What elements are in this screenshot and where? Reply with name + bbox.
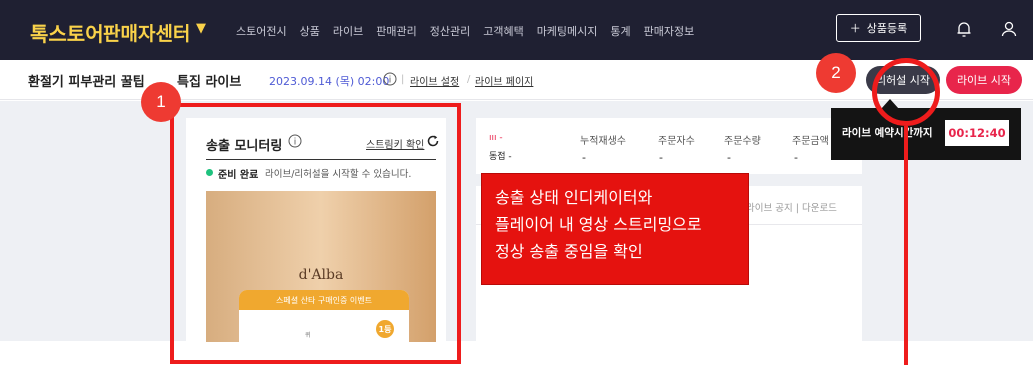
add-product-label: 상품등록 (866, 22, 908, 35)
stat-label-cumulative-plays: 누적재생수 (580, 136, 626, 147)
start-live-button[interactable]: 라이브 시작 (946, 66, 1022, 94)
live-title-suffix: 특집 라이브 (177, 75, 242, 90)
stat-value-orderers: - (659, 151, 663, 164)
page-bottom (0, 342, 1033, 365)
menu-sales[interactable]: 판매관리 (376, 23, 416, 39)
plus-icon: ＋ (849, 22, 861, 35)
viewers-stat-label: ııı - (489, 133, 503, 143)
live-stats-panel: ııı - 동접 - 누적재생수 - 주문자수 - 주문수량 - 주문금액 - (476, 118, 862, 174)
menu-statistics[interactable]: 통계 (610, 23, 630, 39)
note-line-2: 플레이어 내 영상 스트리밍으로 (495, 215, 702, 234)
bell-icon[interactable] (955, 20, 973, 38)
menu-benefits[interactable]: 고객혜택 (483, 23, 523, 39)
live-page-link[interactable]: 라이브 페이지 (475, 73, 533, 88)
step-marker-1: 1 (141, 82, 181, 122)
live-settings-link[interactable]: 라이브 설정 (410, 73, 459, 88)
divider: | (401, 74, 405, 85)
menu-store-display[interactable]: 스토어전시 (236, 23, 287, 39)
divider: / (467, 74, 471, 85)
highlight-ring-rehearsal (872, 58, 940, 126)
stat-value-cumulative-plays: - (582, 151, 586, 164)
stat-label-order-quantity: 주문수량 (724, 136, 761, 147)
countdown-label: 라이브 예약시간까지 (842, 127, 933, 139)
concurrent-viewers-label: 동접 - (489, 152, 512, 162)
main-menu: 스토어전시 상품 라이브 판매관리 정산관리 고객혜택 마케팅메시지 통계 판매… (236, 23, 694, 39)
top-navigation-bar: 톡스토어 판매자센터 ▼ 스토어전시 상품 라이브 판매관리 정산관리 고객혜택… (0, 0, 1033, 60)
menu-settlement[interactable]: 정산관리 (430, 23, 470, 39)
stat-value-order-quantity: - (727, 151, 731, 164)
chevron-down-icon[interactable]: ▼ (196, 21, 206, 36)
stat-value-order-amount: - (794, 151, 798, 164)
live-title: 환절기 피부관리 꿀팁 (28, 75, 145, 90)
menu-live[interactable]: 라이브 (333, 23, 363, 39)
menu-products[interactable]: 상품 (300, 23, 320, 39)
note-line-1: 송출 상태 인디케이터와 (495, 188, 653, 207)
user-icon[interactable] (1000, 20, 1018, 38)
svg-text:i: i (389, 76, 392, 86)
annotation-note: 송출 상태 인디케이터와 플레이어 내 영상 스트리밍으로 정상 송출 중임을 … (481, 173, 749, 285)
countdown-timer: 00:12:40 (945, 120, 1009, 146)
step-marker-2: 2 (816, 53, 856, 93)
stat-label-order-amount: 주문금액 (792, 136, 829, 147)
highlight-box-monitoring (170, 103, 461, 364)
menu-marketing-message[interactable]: 마케팅메시지 (537, 23, 598, 39)
stat-label-orderers: 주문자수 (658, 136, 695, 147)
note-line-3: 정상 송출 중임을 확인 (495, 242, 643, 261)
add-product-button[interactable]: ＋ 상품등록 (836, 14, 921, 42)
info-icon[interactable]: i (383, 72, 397, 86)
logo-seller-center[interactable]: 판매자센터 (103, 19, 190, 46)
chat-panel-tabs[interactable]: 라이브 공지 | 다운로드 (746, 200, 837, 214)
live-datetime: 2023.09.14 (목) 02:00 (269, 75, 390, 88)
logo-brand[interactable]: 톡스토어 (30, 18, 104, 47)
callout-line (904, 126, 908, 365)
menu-seller-info[interactable]: 판매자정보 (644, 23, 695, 39)
